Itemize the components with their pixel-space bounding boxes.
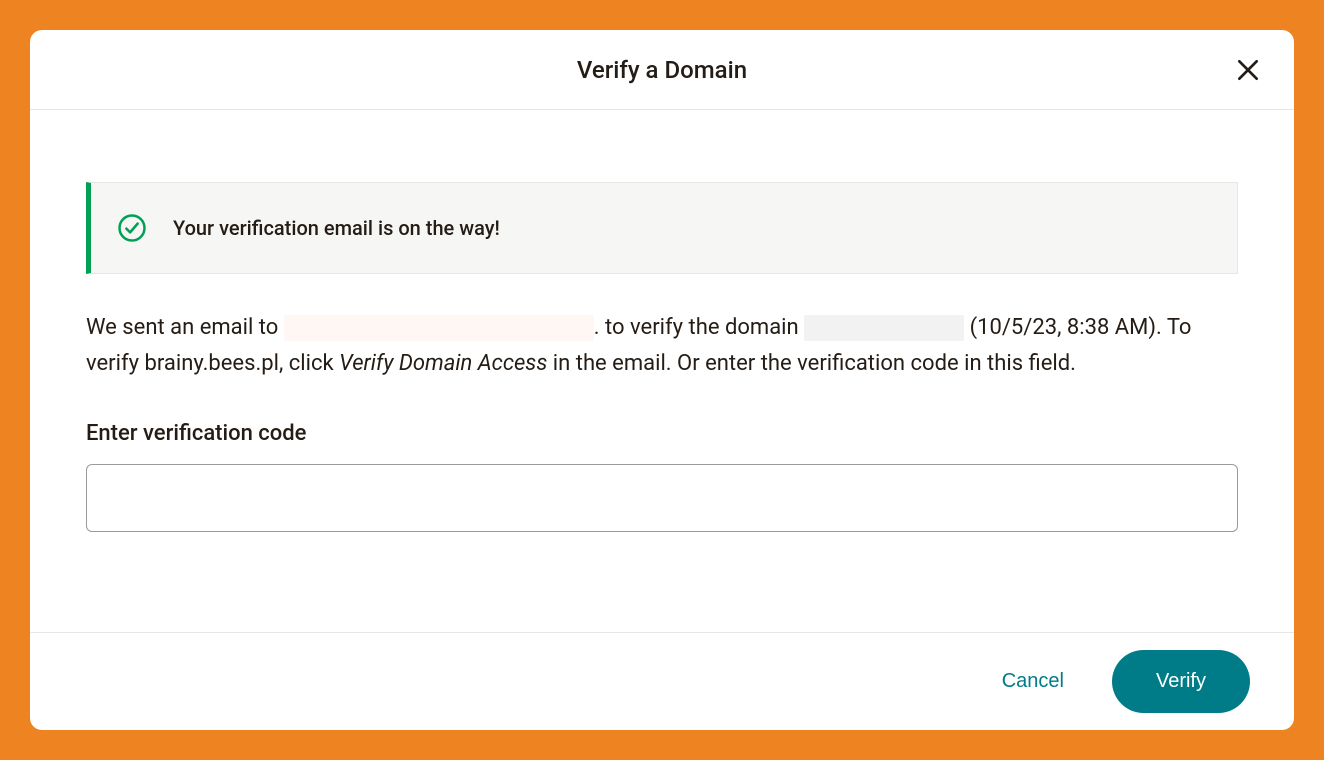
instruction-part-1: We sent an email to xyxy=(86,315,284,340)
redacted-email xyxy=(284,315,594,341)
modal-footer: Cancel Verify xyxy=(30,632,1294,730)
close-button[interactable] xyxy=(1230,52,1266,88)
modal-body: Your verification email is on the way! W… xyxy=(30,110,1294,632)
success-alert: Your verification email is on the way! xyxy=(86,182,1238,274)
redacted-domain xyxy=(804,315,964,341)
check-circle-icon xyxy=(117,213,147,243)
modal-header: Verify a Domain xyxy=(30,30,1294,110)
cancel-button[interactable]: Cancel xyxy=(1002,670,1064,693)
verification-code-label: Enter verification code xyxy=(86,421,1238,446)
instruction-part-4: in the email. Or enter the verification … xyxy=(547,351,1076,376)
verification-code-input[interactable] xyxy=(86,464,1238,532)
instruction-text: We sent an email to . to verify the doma… xyxy=(86,310,1238,383)
close-icon xyxy=(1235,57,1261,83)
email-link-name: Verify Domain Access xyxy=(339,351,547,376)
alert-message: Your verification email is on the way! xyxy=(173,216,500,240)
verify-button[interactable]: Verify xyxy=(1112,650,1250,713)
modal-title: Verify a Domain xyxy=(577,56,747,84)
instruction-part-2: . to verify the domain xyxy=(594,315,804,340)
verify-domain-modal: Verify a Domain Your verification email … xyxy=(30,30,1294,730)
